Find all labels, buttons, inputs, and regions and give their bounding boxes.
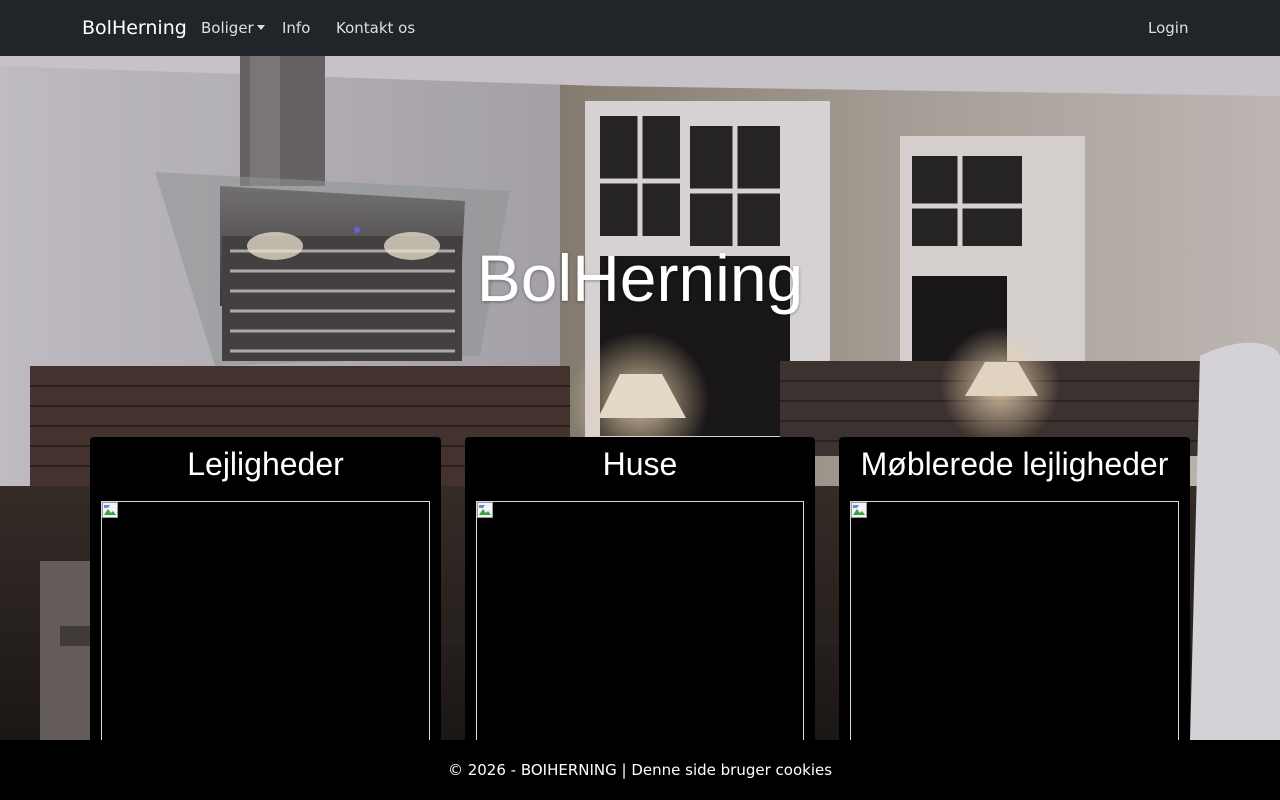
caret-down-icon <box>256 25 265 30</box>
hero-title: BolHerning <box>476 241 804 315</box>
broken-image-icon <box>102 502 118 518</box>
broken-image-icon <box>477 502 493 518</box>
card-moeblerede-lejligheder[interactable]: Møblerede lejligheder <box>839 437 1190 740</box>
card-lejligheder[interactable]: Lejligheder <box>90 437 441 740</box>
brand-link[interactable]: BolHerning <box>82 15 187 41</box>
card-image[interactable] <box>850 501 1179 740</box>
card-title: Huse <box>602 446 678 482</box>
card-image[interactable] <box>476 501 804 740</box>
footer-text: © 2026 - BOIHERNING | Denne side bruger … <box>447 761 833 779</box>
card-image[interactable] <box>101 501 430 740</box>
broken-image-icon <box>851 502 867 518</box>
card-title: Møblerede lejligheder <box>860 446 1169 482</box>
card-title: Lejligheder <box>187 446 344 482</box>
card-huse[interactable]: Huse <box>465 437 815 740</box>
nav-item-boliger-label: Boliger <box>201 19 254 37</box>
nav-item-kontakt[interactable]: Kontakt os <box>336 18 415 38</box>
hero-section: BolHerning Lejligheder Huse Møblerede le… <box>0 56 1280 740</box>
footer: © 2026 - BOIHERNING | Denne side bruger … <box>0 740 1280 800</box>
nav-item-boliger[interactable]: Boliger <box>201 18 265 38</box>
top-navbar: BolHerning Boliger Info Kontakt os Login <box>0 0 1280 56</box>
login-link[interactable]: Login <box>1148 18 1188 38</box>
nav-item-info[interactable]: Info <box>282 18 310 38</box>
